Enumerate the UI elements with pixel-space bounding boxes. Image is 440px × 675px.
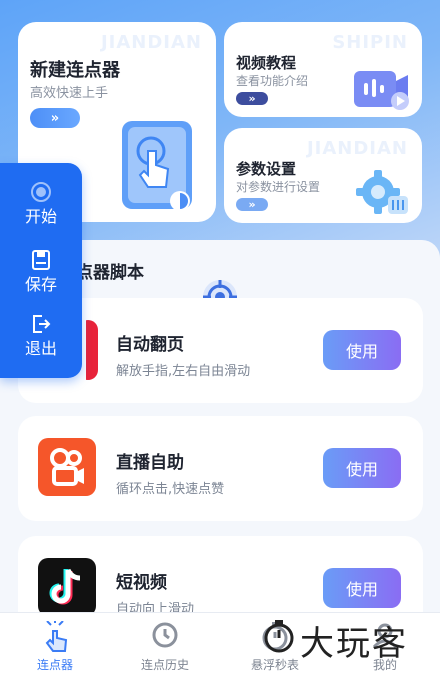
tab-label: 连点器: [36, 658, 73, 672]
section-title: 点器脚本: [76, 263, 144, 283]
floating-control-panel: 开始 保存 退出: [0, 163, 82, 378]
brand-watermark: 大玩客: [262, 612, 432, 668]
settings-card[interactable]: JIANDIAN 参数设置 对参数进行设置 »: [224, 128, 422, 223]
new-clicker-title: 新建连点器: [30, 60, 120, 81]
tab-clicker[interactable]: 连点器: [0, 613, 110, 675]
use-button[interactable]: 使用: [323, 448, 401, 488]
card-watermark: SHIPIN: [332, 32, 408, 53]
start-button[interactable]: 开始: [0, 181, 82, 227]
tab-label: 连点历史: [140, 658, 189, 672]
use-button[interactable]: 使用: [323, 330, 401, 370]
tap-hand-icon: [45, 621, 68, 652]
new-clicker-subtitle: 高效快速上手: [30, 86, 109, 101]
watermark-text: 大玩客: [300, 624, 408, 664]
exit-label: 退出: [24, 339, 57, 358]
video-tutorial-card[interactable]: SHIPIN 视频教程 查看功能介绍 »: [224, 22, 422, 117]
settings-arrow-button[interactable]: »: [236, 198, 268, 211]
save-icon: [32, 250, 50, 270]
kuaishou-app-icon: [38, 438, 96, 496]
script-title: 短视频: [116, 573, 167, 593]
record-icon: [31, 182, 51, 202]
settings-title: 参数设置: [236, 160, 297, 178]
save-button[interactable]: 保存: [0, 249, 82, 295]
douyin-app-icon: [38, 558, 96, 616]
card-watermark: JIANDIAN: [306, 138, 408, 159]
settings-subtitle: 对参数进行设置: [236, 180, 321, 194]
list-item[interactable]: 直播自助 循环点击,快速点赞 使用: [18, 416, 423, 521]
tap-phone-illustration: [118, 117, 196, 213]
script-title: 自动翻页: [116, 335, 184, 355]
video-tutorial-subtitle: 查看功能介绍: [236, 74, 309, 88]
card-watermark: JIANDIAN: [100, 32, 202, 53]
save-label: 保存: [24, 275, 57, 294]
tab-click-history[interactable]: 连点历史: [110, 613, 220, 675]
stopwatch-logo-icon: [264, 620, 294, 653]
new-clicker-arrow-button[interactable]: »: [30, 108, 80, 128]
exit-icon: [33, 315, 51, 333]
use-button[interactable]: 使用: [323, 568, 401, 608]
exit-button[interactable]: 退出: [0, 313, 82, 359]
start-label: 开始: [24, 207, 57, 226]
script-subtitle: 解放手指,左右自由滑动: [116, 364, 251, 379]
script-subtitle: 循环点击,快速点赞: [116, 482, 225, 497]
script-title: 直播自助: [116, 453, 184, 473]
gear-icon: [352, 168, 410, 218]
video-camera-icon: [352, 67, 410, 111]
history-icon: [152, 622, 178, 648]
video-tutorial-arrow-button[interactable]: »: [236, 92, 268, 105]
video-tutorial-title: 视频教程: [236, 54, 297, 72]
